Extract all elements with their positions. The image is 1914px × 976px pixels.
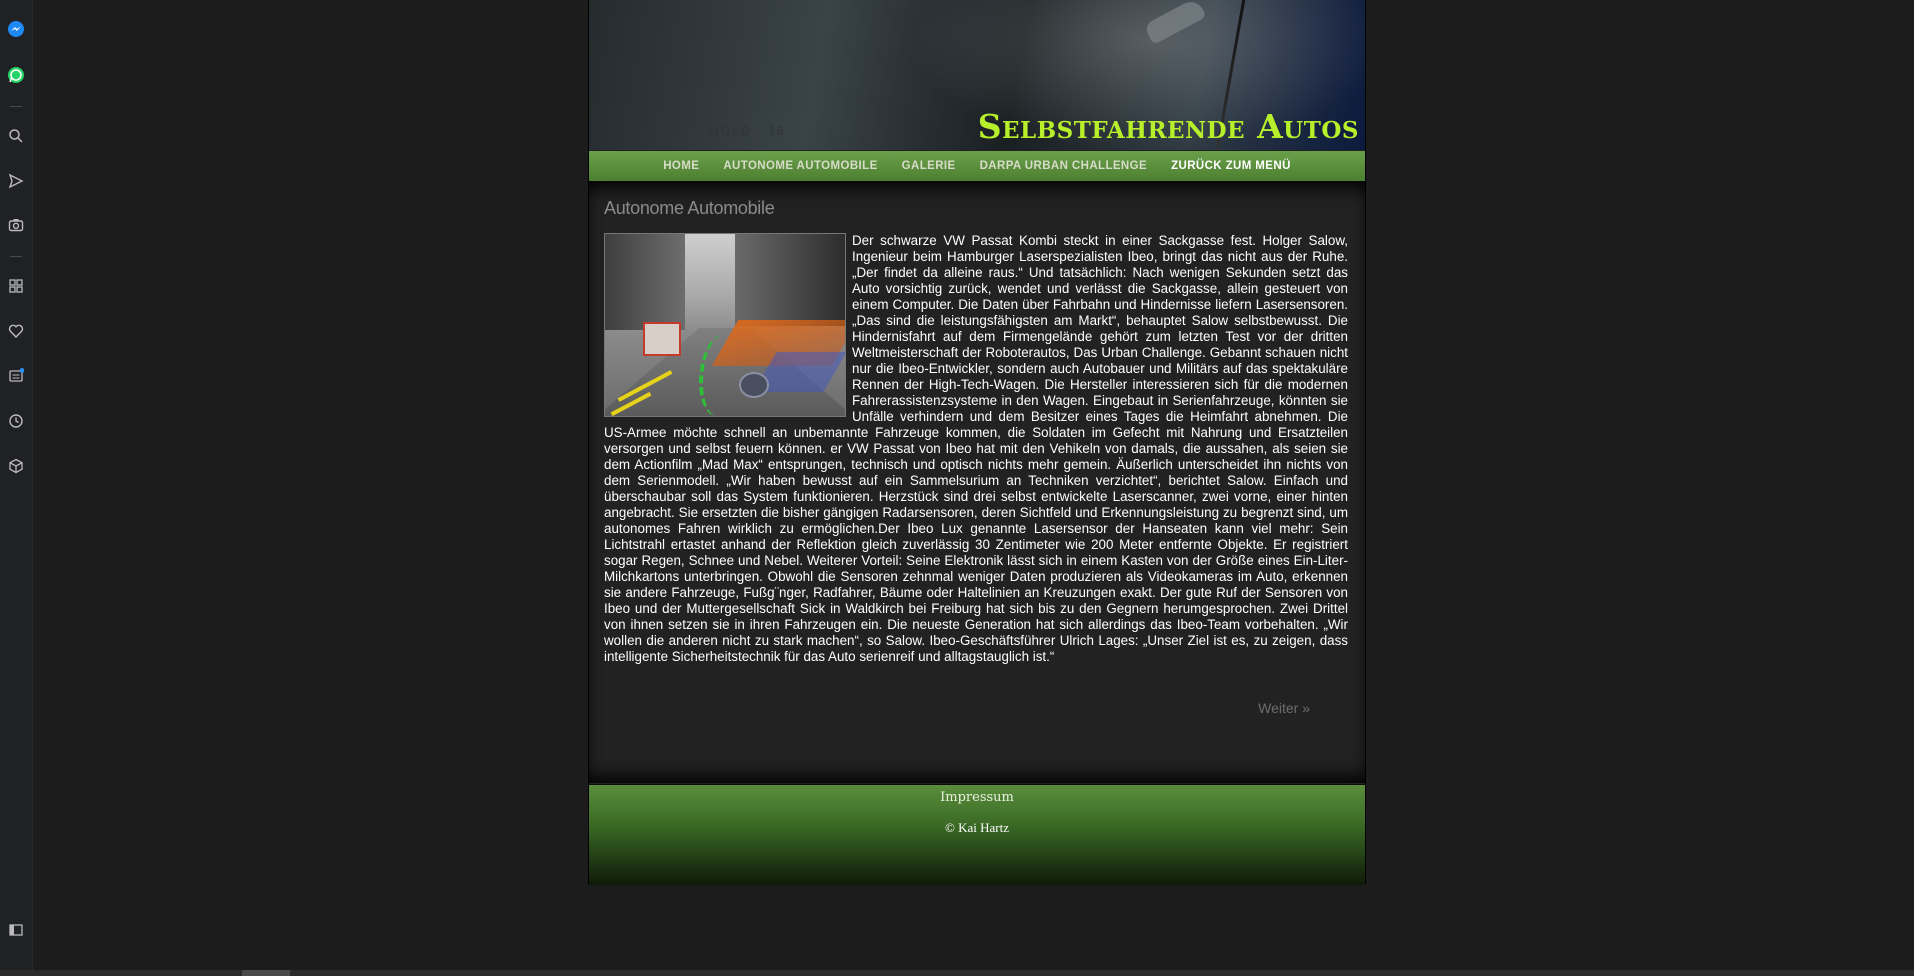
send-icon[interactable] xyxy=(6,171,26,191)
camera-icon[interactable] xyxy=(6,215,26,235)
nav-item-back-to-menu[interactable]: Zurück zum Menü xyxy=(1171,160,1291,172)
site-container: MOLD · 16 Selbstfahrende Autos Home Auto… xyxy=(588,0,1366,885)
header-banner: MOLD · 16 Selbstfahrende Autos xyxy=(589,0,1365,150)
site-title: Selbstfahrende Autos xyxy=(977,107,1359,146)
news-icon[interactable] xyxy=(6,366,26,386)
footer: Impressum © Kai Hartz xyxy=(589,784,1365,885)
history-icon[interactable] xyxy=(6,411,26,431)
copyright: © Kai Hartz xyxy=(944,820,1010,835)
sidebar-toggle-icon[interactable] xyxy=(6,920,26,940)
main-navigation: Home Autonome Automobile Galerie Darpa U… xyxy=(589,151,1365,181)
nav-item-darpa-urban-challenge[interactable]: Darpa Urban Challenge xyxy=(980,160,1147,172)
article: Der schwarze VW Passat Kombi steckt in e… xyxy=(604,233,1348,665)
messenger-icon[interactable] xyxy=(6,19,26,39)
article-image xyxy=(604,233,846,417)
cube-icon[interactable] xyxy=(6,456,26,476)
license-plate-text: MOLD · 16 xyxy=(709,124,786,138)
read-more-link[interactable]: Weiter » xyxy=(589,700,1310,716)
sidebar-divider xyxy=(10,256,22,257)
apps-icon[interactable] xyxy=(6,276,26,296)
main-content: Autonome Automobile Der schwarze VW Pass… xyxy=(589,181,1365,783)
sidebar-divider xyxy=(10,106,22,107)
nav-item-galerie[interactable]: Galerie xyxy=(902,160,956,172)
nav-item-autonome-automobile[interactable]: Autonome Automobile xyxy=(723,160,877,172)
page-title: Autonome Automobile xyxy=(604,198,775,218)
scrollbar-thumb[interactable] xyxy=(242,970,290,976)
impressum-link[interactable]: Impressum xyxy=(589,790,1365,805)
browser-sidebar xyxy=(0,0,33,976)
heart-icon[interactable] xyxy=(6,321,26,341)
search-icon[interactable] xyxy=(6,126,26,146)
nav-item-home[interactable]: Home xyxy=(663,160,699,172)
horizontal-scrollbar[interactable] xyxy=(0,970,1914,976)
whatsapp-icon[interactable] xyxy=(6,65,26,85)
